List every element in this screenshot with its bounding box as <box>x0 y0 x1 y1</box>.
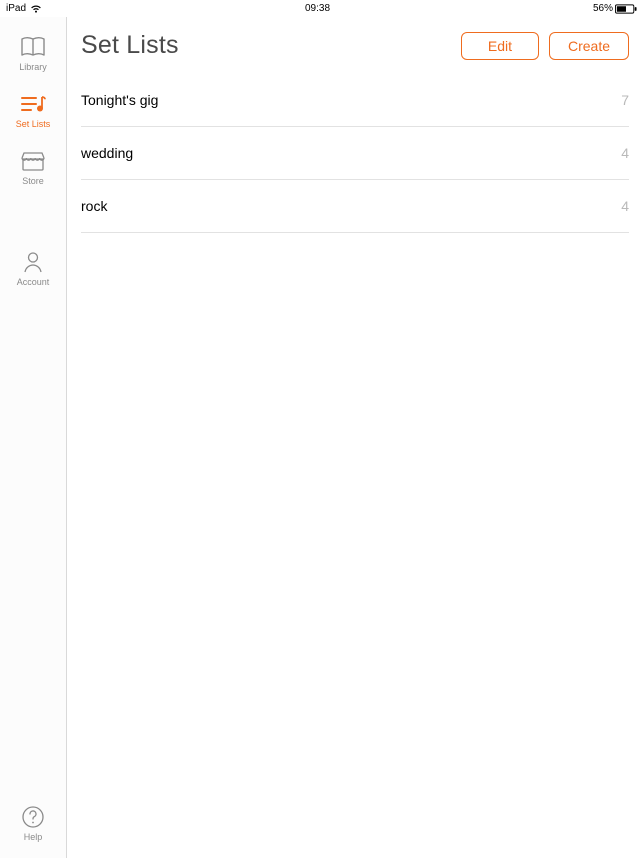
book-icon <box>19 35 47 59</box>
device-label: iPad <box>6 3 26 14</box>
sidebar-item-label: Account <box>17 277 50 287</box>
status-left: iPad <box>6 3 42 14</box>
battery-percent: 56% <box>593 3 613 14</box>
list-item[interactable]: wedding 4 <box>81 127 629 180</box>
sidebar-item-label: Library <box>19 62 47 72</box>
sidebar-item-store[interactable]: Store <box>0 141 66 198</box>
list-item-count: 4 <box>621 145 629 161</box>
header-buttons: Edit Create <box>461 32 629 60</box>
page-title: Set Lists <box>81 31 179 60</box>
battery-icon <box>615 4 637 14</box>
list-item-name: rock <box>81 198 107 214</box>
setlist-icon <box>19 92 47 116</box>
create-button[interactable]: Create <box>549 32 629 60</box>
sidebar-item-label: Set Lists <box>16 119 51 129</box>
wifi-icon <box>30 4 42 14</box>
list-item[interactable]: rock 4 <box>81 180 629 233</box>
list-item-count: 7 <box>621 92 629 108</box>
sidebar-item-label: Help <box>24 832 43 842</box>
status-bar: iPad 09:38 56% <box>0 0 643 17</box>
list-item-count: 4 <box>621 198 629 214</box>
list-item[interactable]: Tonight's gig 7 <box>81 74 629 127</box>
list-item-name: wedding <box>81 145 133 161</box>
sidebar-item-library[interactable]: Library <box>0 27 66 84</box>
help-icon <box>19 805 47 829</box>
setlist-list: Tonight's gig 7 wedding 4 rock 4 <box>81 74 629 233</box>
header: Set Lists Edit Create <box>81 31 629 74</box>
sidebar-item-account[interactable]: Account <box>0 242 66 299</box>
sidebar: Library Set Lists <box>0 17 67 858</box>
list-item-name: Tonight's gig <box>81 92 158 108</box>
status-time: 09:38 <box>305 3 330 14</box>
sidebar-item-setlists[interactable]: Set Lists <box>0 84 66 141</box>
main: Set Lists Edit Create Tonight's gig 7 we… <box>67 17 643 858</box>
status-right: 56% <box>593 3 637 14</box>
sidebar-item-help[interactable]: Help <box>0 797 66 858</box>
app: Library Set Lists <box>0 17 643 858</box>
edit-button[interactable]: Edit <box>461 32 539 60</box>
account-icon <box>19 250 47 274</box>
sidebar-item-label: Store <box>22 176 44 186</box>
store-icon <box>19 149 47 173</box>
